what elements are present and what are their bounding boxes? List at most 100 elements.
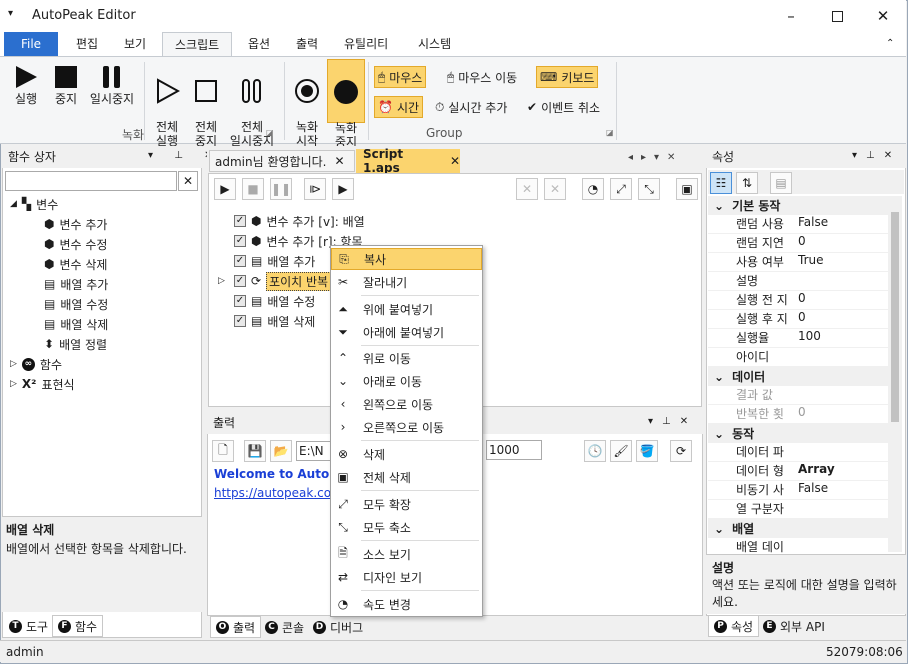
group2-launcher-icon[interactable]: ◪ <box>606 128 614 137</box>
property-row[interactable]: 열 구분자 <box>708 500 888 519</box>
brush-button[interactable]: 🖌 <box>610 440 632 462</box>
property-category[interactable]: ⌄ 배열 <box>708 519 888 538</box>
play-box-button[interactable]: ▶ <box>332 178 354 200</box>
keyboard-toggle[interactable]: ⌨ 키보드 <box>536 66 599 88</box>
property-row[interactable]: 실행 후 지 0 <box>708 310 888 329</box>
clear-search-button[interactable]: ✕ <box>178 171 198 191</box>
step-button[interactable]: ⧐ <box>304 178 326 200</box>
pause-script-button[interactable]: ❚❚ <box>270 178 292 200</box>
menu-collapse-all[interactable]: ⤡ 모두 축소 <box>331 516 482 538</box>
tree-item-edit-array[interactable]: ▤ 배열 수정 <box>44 294 108 314</box>
alphabetical-button[interactable]: ⇅ <box>736 172 758 194</box>
max-lines-input[interactable]: 1000 <box>486 440 542 460</box>
menu-expand-all[interactable]: ⤢ 모두 확장 <box>331 493 482 515</box>
maximize-button[interactable] <box>814 0 860 32</box>
property-row[interactable]: 실행 전 지 0 <box>708 291 888 310</box>
tab-external-api[interactable]: E 외부 API <box>758 615 830 637</box>
tab-utility[interactable]: 유틸리티 <box>332 32 400 56</box>
tree-item-add-array[interactable]: ▤ 배열 추가 <box>44 274 108 294</box>
tab-debug[interactable]: D 디버그 <box>308 616 368 638</box>
collapse-all-button[interactable]: ⤡ <box>638 178 660 200</box>
script-row[interactable]: ✓ ⬢ 변수 추가 [v]: 배열 <box>218 211 365 231</box>
mouse-toggle[interactable]: 🖱 마우스 <box>374 66 427 88</box>
tab-console[interactable]: C 콘솔 <box>260 616 309 638</box>
menu-change-speed[interactable]: ◔ 속도 변경 <box>331 593 482 615</box>
tab-output-panel[interactable]: O 출력 <box>210 616 262 638</box>
categorized-button[interactable]: ☷ <box>710 172 732 194</box>
tab-properties[interactable]: P 속성 <box>708 615 760 637</box>
stop-button[interactable]: 중지 <box>48 62 84 106</box>
menu-cut[interactable]: ✂ 잘라내기 <box>331 271 482 293</box>
tree-item-delete-variable[interactable]: ⬢ 변수 삭제 <box>44 254 108 274</box>
delete-all-button[interactable]: ▣ <box>676 178 698 200</box>
cancel-event-button[interactable]: ✔ 이벤트 취소 <box>524 96 603 118</box>
save-log-button[interactable]: 💾 <box>244 440 266 462</box>
property-row[interactable]: 랜덤 지연 0 <box>708 234 888 253</box>
checkbox[interactable]: ✓ <box>234 255 246 267</box>
property-category[interactable]: ⌄ 데이터 <box>708 367 888 386</box>
realtime-add-button[interactable]: ⏱ 실시간 추가 <box>432 96 510 118</box>
tree-item-delete-array[interactable]: ▤ 배열 삭제 <box>44 314 108 334</box>
property-row[interactable]: 랜덤 사용 False <box>708 215 888 234</box>
tab-functions[interactable]: F 함수 <box>52 615 104 637</box>
tree-node-expressions[interactable]: ▷ X² 표현식 <box>10 374 108 394</box>
property-row[interactable]: 반복한 횟 0 <box>708 405 888 424</box>
tab-system[interactable]: 시스템 <box>406 32 463 56</box>
speed-button[interactable]: ◔ <box>582 178 604 200</box>
tab-script1[interactable]: Script 1.aps ✕ <box>356 147 460 175</box>
property-row[interactable]: 비동기 사 False <box>708 481 888 500</box>
tree-node-functions[interactable]: ▷ ∞ 함수 <box>10 354 108 374</box>
mouse-move-button[interactable]: 🖱 마우스 이동 <box>444 66 520 88</box>
close-tab-icon[interactable]: ✕ <box>450 154 460 168</box>
time-toggle[interactable]: ⏰ 시간 <box>374 96 424 118</box>
open-folder-button[interactable]: 📂 <box>270 440 292 462</box>
disabled-button[interactable]: ✕ <box>516 178 538 200</box>
menu-move-down[interactable]: ⌄ 아래로 이동 <box>331 370 482 392</box>
tab-output[interactable]: 출력 <box>284 32 330 56</box>
properties-scrollbar[interactable] <box>888 196 902 552</box>
close-button[interactable]: ✕ <box>860 0 906 32</box>
stop-script-button[interactable]: ■ <box>242 178 264 200</box>
expand-all-button[interactable]: ⤢ <box>610 178 632 200</box>
timestamp-button[interactable]: 🕓 <box>584 440 606 462</box>
menu-move-left[interactable]: ‹ 왼쪽으로 이동 <box>331 393 482 415</box>
property-pages-button[interactable]: ▤ <box>770 172 792 194</box>
menu-copy[interactable]: ⎘ 복사 <box>331 248 482 270</box>
menu-delete-all[interactable]: ▣ 전체 삭제 <box>331 466 482 488</box>
checkbox[interactable]: ✓ <box>234 235 246 247</box>
pause-button[interactable]: 일시중지 <box>86 62 138 106</box>
disabled-button-2[interactable]: ✕ <box>544 178 566 200</box>
fill-button[interactable]: 🪣 <box>636 440 658 462</box>
group-launcher-icon[interactable]: ◪ <box>266 128 274 137</box>
refresh-button[interactable]: ⟳ <box>670 440 692 462</box>
tab-view[interactable]: 보기 <box>112 32 158 56</box>
property-row[interactable]: 결과 값 <box>708 386 888 405</box>
menu-paste-below[interactable]: ⏷ 아래에 붙여넣기 <box>331 321 482 343</box>
checkbox[interactable]: ✓ <box>234 315 246 327</box>
tree-item-add-variable[interactable]: ⬢ 변수 추가 <box>44 214 108 234</box>
property-category[interactable]: ⌄ 동작 <box>708 424 888 443</box>
property-category[interactable]: ⌄ 기본 동작 <box>708 196 888 215</box>
tab-edit[interactable]: 편집 <box>64 32 110 56</box>
checkbox[interactable]: ✓ <box>234 275 246 287</box>
tree-item-sort-array[interactable]: ⬍ 배열 정렬 <box>44 334 108 354</box>
close-tab-icon[interactable]: ✕ <box>334 154 344 168</box>
checkbox[interactable]: ✓ <box>234 215 246 227</box>
property-row[interactable]: 데이터 형 Array <box>708 462 888 481</box>
property-row[interactable]: 데이터 파 <box>708 443 888 462</box>
menu-move-right[interactable]: › 오른쪽으로 이동 <box>331 416 482 438</box>
output-pane-controls[interactable]: ▾⊥✕ <box>648 416 697 427</box>
minimize-button[interactable]: – <box>768 0 814 32</box>
run-script-button[interactable]: ▶ <box>214 178 236 200</box>
property-row[interactable]: 실행율 100 <box>708 329 888 348</box>
new-log-button[interactable]: 🗋 <box>212 440 234 462</box>
function-search-input[interactable] <box>5 171 177 191</box>
editor-tab-controls[interactable]: ◂▸▾✕ <box>628 152 683 163</box>
menu-paste-above[interactable]: ⏶ 위에 붙여넣기 <box>331 298 482 320</box>
collapse-ribbon-icon[interactable]: ⌃ <box>886 38 894 49</box>
tab-script[interactable]: 스크립트 <box>162 32 233 56</box>
tree-node-variables[interactable]: ◢ ▚ 변수 <box>10 194 108 214</box>
tree-item-edit-variable[interactable]: ⬢ 변수 수정 <box>44 234 108 254</box>
tab-welcome[interactable]: admin님 환영합니다. ✕ <box>209 150 355 172</box>
property-row[interactable]: 설명 <box>708 272 888 291</box>
